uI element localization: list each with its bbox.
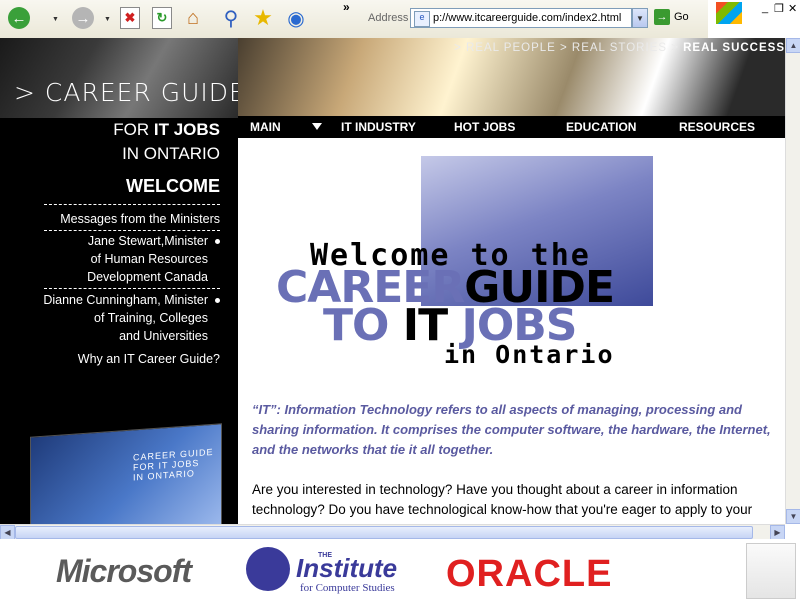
heading-it: IT bbox=[402, 300, 448, 351]
window-controls: _ ❐ ✕ bbox=[708, 0, 800, 38]
sidebar-link-jane-stewart[interactable]: Jane Stewart,Minister of Human Resources… bbox=[87, 232, 208, 286]
brand-subtitle: FOR IT JOBS bbox=[113, 120, 220, 140]
bullet-icon bbox=[215, 298, 220, 303]
book-title: CAREER GUIDE FOR IT JOBS IN ONTARIO bbox=[133, 446, 214, 483]
media-button[interactable]: ◉ bbox=[283, 5, 309, 31]
star-icon: ★ bbox=[253, 5, 273, 30]
minimize-icon[interactable]: _ bbox=[762, 2, 768, 14]
nav-divider bbox=[44, 204, 220, 205]
sponsor-logo-partial[interactable] bbox=[746, 543, 796, 599]
in-ontario-heading: in Ontario bbox=[444, 340, 615, 369]
browser-toolbar: ← ▼ → ▼ ✖ ↻ ⌂ ⚲ ★ ◉ » Address e p://www.… bbox=[0, 0, 800, 39]
restore-icon[interactable]: ❐ bbox=[774, 2, 784, 15]
nav-divider bbox=[44, 230, 220, 231]
address-input[interactable]: e p://www.itcareerguide.com/index2.html bbox=[410, 8, 632, 28]
stop-icon: ✖ bbox=[120, 7, 140, 29]
main-content: Welcome to the CAREERGUIDE TO IT JOBS in… bbox=[238, 138, 785, 524]
sponsor-strip: Microsoft THE Institute for Computer Stu… bbox=[0, 539, 800, 600]
banner-tagline: > REAL PEOPLE > REAL STORIES > REAL SUCC… bbox=[454, 42, 785, 54]
address-dropdown-icon[interactable]: ▼ bbox=[632, 8, 648, 28]
heading-to: TO bbox=[323, 300, 389, 351]
ics-logo-icon[interactable] bbox=[246, 547, 290, 591]
search-button[interactable]: ⚲ bbox=[218, 5, 244, 31]
subtitle-it-jobs: IT JOBS bbox=[153, 120, 220, 139]
refresh-button[interactable]: ↻ bbox=[149, 5, 175, 31]
address-label: Address bbox=[368, 12, 409, 24]
tagline-text: > REAL PEOPLE > REAL STORIES > bbox=[454, 42, 684, 54]
tagline-strong: REAL SUCCESS bbox=[683, 42, 785, 54]
scroll-left-icon[interactable]: ◀ bbox=[0, 525, 15, 540]
sidebar-heading-welcome: WELCOME bbox=[126, 176, 220, 196]
vertical-scrollbar[interactable]: ▲ ▼ bbox=[785, 38, 800, 524]
search-icon: ⚲ bbox=[223, 7, 239, 30]
main-menu: MAIN IT INDUSTRY HOT JOBS EDUCATION RESO… bbox=[238, 116, 785, 138]
back-arrow-icon: ← bbox=[8, 7, 30, 29]
top-banner: > REAL PEOPLE > REAL STORIES > REAL SUCC… bbox=[238, 38, 785, 116]
menu-hot-jobs[interactable]: HOT JOBS bbox=[454, 120, 515, 134]
back-button[interactable]: ← bbox=[6, 5, 32, 31]
menu-it-industry[interactable]: IT INDUSTRY bbox=[341, 120, 416, 134]
guide-book-image[interactable]: CAREER GUIDE FOR IT JOBS IN ONTARIO bbox=[30, 423, 222, 524]
horizontal-scrollbar[interactable]: ◀ ▶ bbox=[0, 524, 785, 540]
scroll-up-icon[interactable]: ▲ bbox=[786, 38, 800, 53]
horizontal-scroll-thumb[interactable] bbox=[15, 526, 753, 539]
oracle-logo[interactable]: ORACLE bbox=[446, 553, 612, 596]
subtitle-for: FOR bbox=[113, 120, 150, 139]
sidebar-link-messages[interactable]: Messages from the Ministers bbox=[60, 210, 220, 228]
intro-paragraph: Are you interested in technology? Have y… bbox=[252, 482, 753, 517]
go-label: Go bbox=[674, 11, 689, 23]
globe-icon: ◉ bbox=[287, 7, 305, 30]
ics-logo-subtitle: for Computer Studies bbox=[300, 582, 395, 594]
nav-divider bbox=[44, 288, 220, 289]
go-button[interactable]: → Go bbox=[654, 9, 689, 25]
toolbar-overflow-icon[interactable]: » bbox=[343, 0, 350, 14]
menu-main[interactable]: MAIN bbox=[250, 120, 281, 134]
sidebar-link-why-guide[interactable]: Why an IT Career Guide? bbox=[78, 350, 220, 368]
favorites-button[interactable]: ★ bbox=[250, 5, 276, 31]
scroll-down-icon[interactable]: ▼ bbox=[786, 509, 800, 524]
refresh-icon: ↻ bbox=[152, 7, 172, 29]
forward-button[interactable]: → bbox=[70, 5, 96, 31]
forward-arrow-icon: → bbox=[72, 7, 94, 29]
home-button[interactable]: ⌂ bbox=[180, 5, 206, 31]
back-dropdown-icon[interactable]: ▼ bbox=[52, 16, 59, 23]
ics-logo-title[interactable]: Institute bbox=[296, 553, 397, 584]
scroll-right-icon[interactable]: ▶ bbox=[770, 525, 785, 540]
menu-education[interactable]: EDUCATION bbox=[566, 120, 636, 134]
brand-title[interactable]: > CAREER GUIDE bbox=[14, 78, 238, 107]
stop-button[interactable]: ✖ bbox=[117, 5, 143, 31]
sidebar: > CAREER GUIDE FOR IT JOBS IN ONTARIO WE… bbox=[0, 38, 238, 524]
bullet-icon bbox=[215, 239, 220, 244]
address-url: p://www.itcareerguide.com/index2.html bbox=[433, 12, 622, 24]
menu-dropdown-icon[interactable] bbox=[312, 123, 322, 130]
home-icon: ⌂ bbox=[186, 6, 200, 29]
close-icon[interactable]: ✕ bbox=[788, 2, 797, 15]
microsoft-logo[interactable]: Microsoft bbox=[56, 553, 192, 590]
go-arrow-icon: → bbox=[654, 9, 670, 25]
windows-logo-icon bbox=[716, 2, 742, 24]
menu-resources[interactable]: RESOURCES bbox=[679, 120, 755, 134]
page-icon: e bbox=[414, 11, 430, 27]
brand-subtitle-location: IN ONTARIO bbox=[122, 144, 220, 163]
sidebar-link-dianne-cunningham[interactable]: Dianne Cunningham, Minister of Training,… bbox=[43, 291, 208, 345]
it-definition: “IT”: Information Technology refers to a… bbox=[252, 402, 771, 457]
forward-dropdown-icon[interactable]: ▼ bbox=[104, 16, 111, 23]
